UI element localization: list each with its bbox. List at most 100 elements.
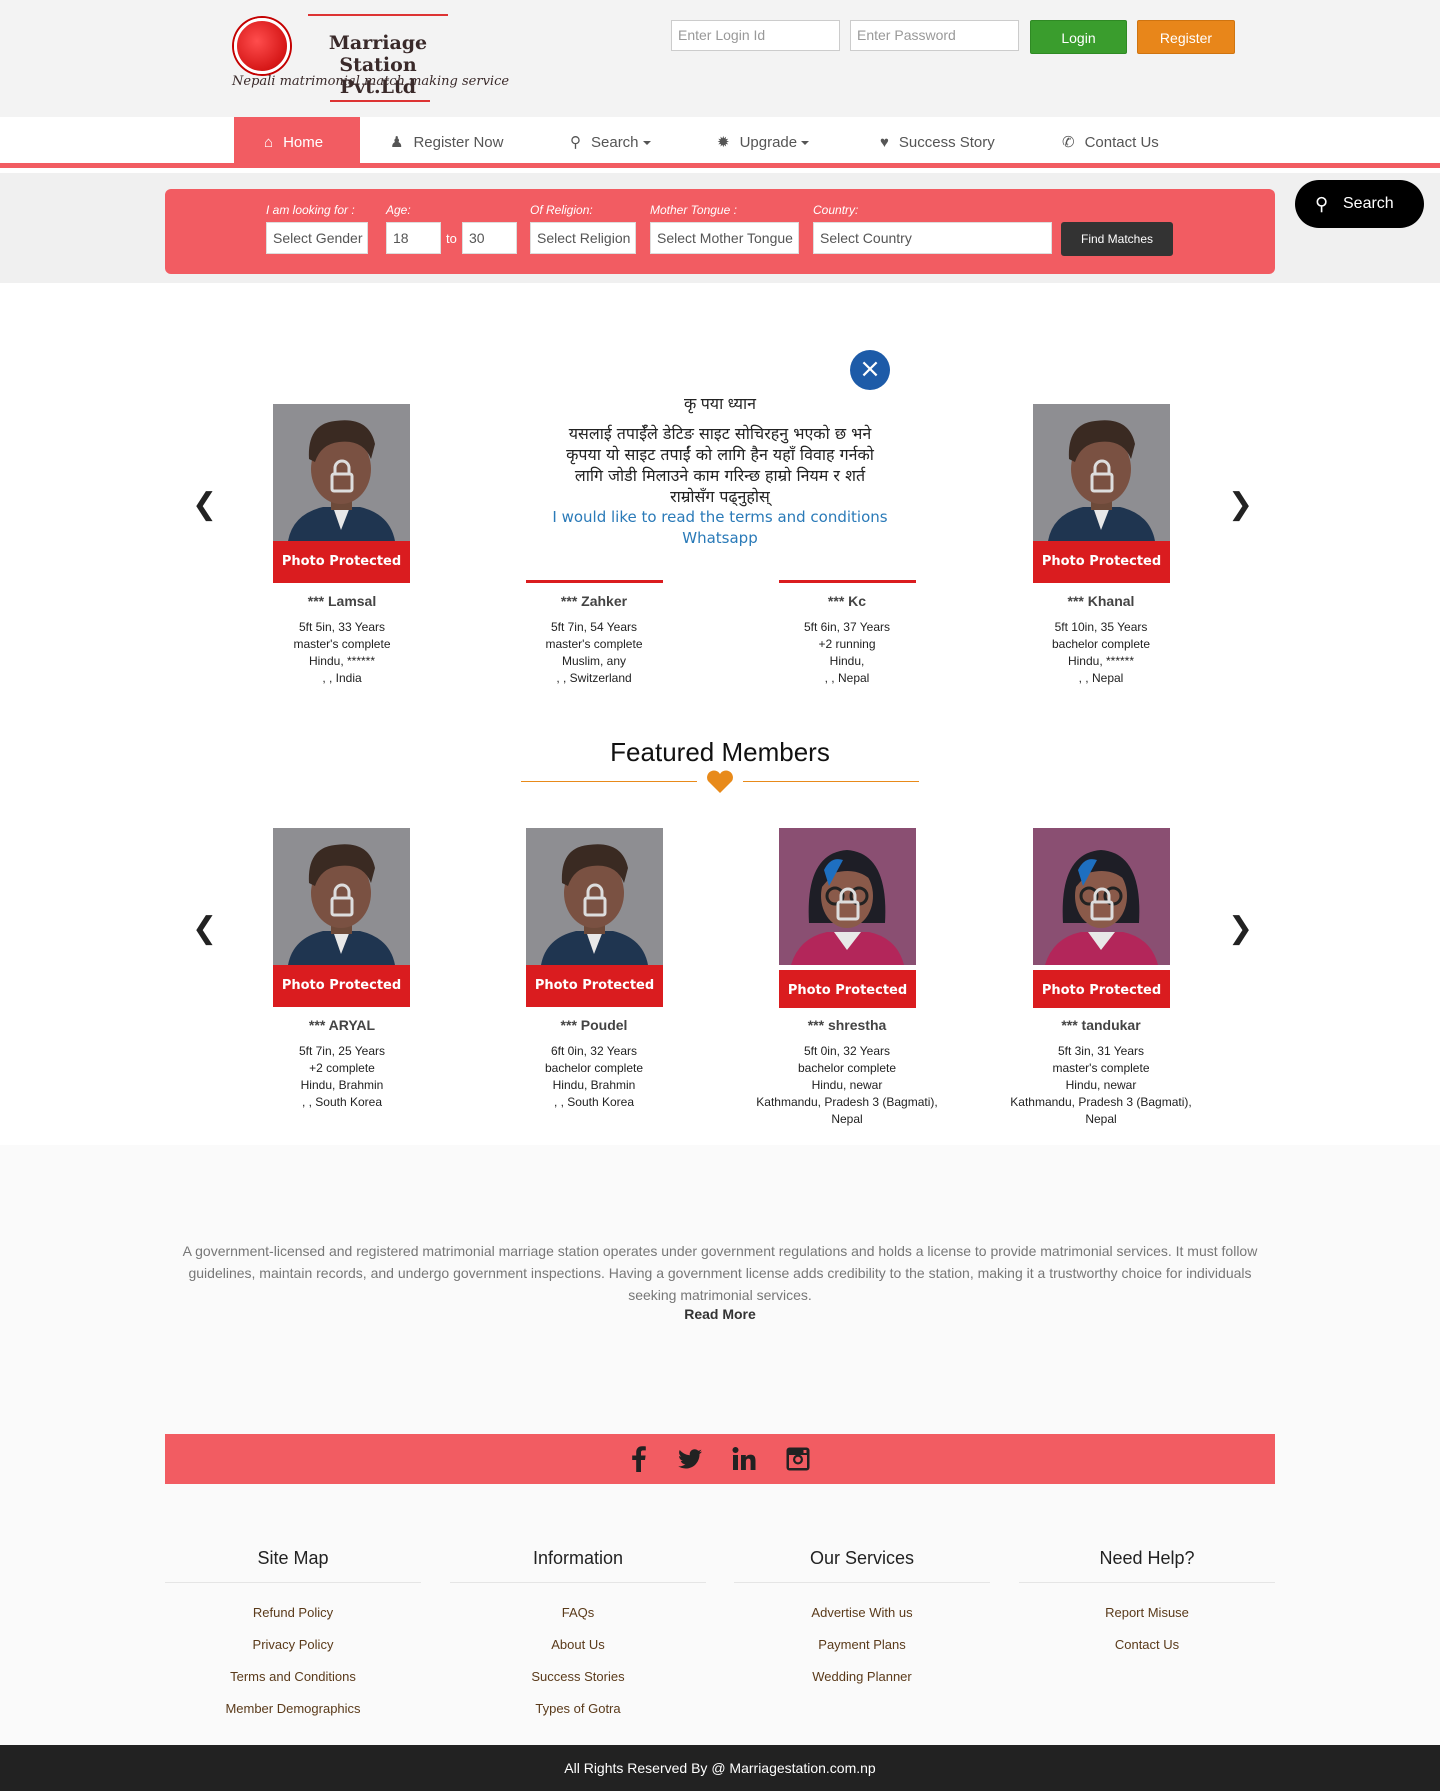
login-button[interactable]: Login: [1030, 20, 1127, 54]
footer-divider: [734, 1582, 990, 1583]
member-height-age: 5ft 5in, 33 Years: [298, 620, 386, 634]
header-bar: [0, 0, 1440, 117]
member-name[interactable]: *** Khanal: [980, 593, 1222, 609]
footer-link[interactable]: Refund Policy: [165, 1605, 421, 1620]
footer-link[interactable]: Report Misuse: [1019, 1605, 1275, 1620]
social-bar: [165, 1434, 1275, 1484]
age-from-select[interactable]: 18: [386, 222, 441, 254]
footer-link[interactable]: Wedding Planner: [734, 1669, 990, 1684]
age-label: Age:: [386, 203, 411, 217]
photo-protected-badge: Photo Protected: [1033, 970, 1170, 1008]
nav-home[interactable]: ⌂ Home: [234, 117, 360, 168]
footer-link[interactable]: Terms and Conditions: [165, 1669, 421, 1684]
country-select[interactable]: Select Country: [813, 222, 1052, 254]
linkedin-icon[interactable]: [729, 1444, 759, 1474]
footer-link[interactable]: Member Demographics: [165, 1701, 421, 1716]
nav-search-label: Search: [591, 134, 639, 151]
nav-success-story[interactable]: ♥ Success Story: [880, 117, 995, 168]
heart-icon: ♥: [880, 134, 889, 151]
instagram-icon[interactable]: [783, 1444, 813, 1474]
chevron-down-icon: [801, 141, 810, 146]
member-religion: Hindu, ******: [1067, 654, 1135, 668]
footer-link[interactable]: About Us: [450, 1637, 706, 1652]
member-height-age: 5ft 0in, 32 Years: [803, 1044, 891, 1058]
member-education: +2 complete: [309, 1061, 375, 1075]
carousel-prev-arrow[interactable]: ❮: [192, 487, 217, 522]
nav-contact-us[interactable]: ✆ Contact Us: [1062, 117, 1159, 168]
nav-register-label: Register Now: [413, 134, 504, 151]
member-education: bachelor complete: [1051, 637, 1151, 651]
member-education: bachelor complete: [544, 1061, 644, 1075]
footer-title-site-map: Site Map: [257, 1548, 329, 1568]
member-religion: Hindu, Brahmin: [552, 1078, 636, 1092]
member-location: , , Nepal: [1078, 671, 1124, 685]
footer-title-need-help: Need Help?: [1099, 1548, 1195, 1568]
member-photo: Photo Protected: [1033, 828, 1170, 1008]
user-icon: ♟: [390, 134, 404, 151]
member-height-age: 5ft 10in, 35 Years: [1054, 620, 1148, 634]
footer-link[interactable]: Privacy Policy: [165, 1637, 421, 1652]
member-location: , , Switzerland: [556, 671, 632, 685]
footer-link[interactable]: Success Stories: [450, 1669, 706, 1684]
member-name[interactable]: *** ARYAL: [221, 1017, 463, 1033]
featured-title: Featured Members: [610, 737, 830, 767]
heart-icon: [707, 770, 733, 793]
facebook-icon[interactable]: [624, 1444, 654, 1474]
age-to-select[interactable]: 30: [462, 222, 517, 254]
member-education: bachelor complete: [797, 1061, 897, 1075]
member-location: , , South Korea: [553, 1095, 635, 1109]
twitter-icon[interactable]: [675, 1444, 705, 1474]
member-name[interactable]: *** tandukar: [980, 1017, 1222, 1033]
footer-divider: [450, 1582, 706, 1583]
footer-link[interactable]: Contact Us: [1019, 1637, 1275, 1652]
age-to-label: to: [446, 231, 457, 246]
popup-message: यसलाई तपाईँले डेटिङ साइट सोचिरहनु भएको छ…: [566, 424, 874, 506]
gear-icon: ✹: [717, 134, 730, 151]
member-location: , , South Korea: [301, 1095, 383, 1109]
gender-select[interactable]: Select Gender: [266, 222, 368, 254]
login-id-input[interactable]: Enter Login Id: [671, 20, 840, 51]
nav-upgrade[interactable]: ✹ Upgrade: [717, 117, 810, 168]
member-name[interactable]: *** shrestha: [726, 1017, 968, 1033]
featured-prev-arrow[interactable]: ❮: [192, 911, 217, 946]
floating-search-button[interactable]: ⚲ Search: [1295, 180, 1424, 228]
footer-link[interactable]: Advertise With us: [734, 1605, 990, 1620]
find-matches-button[interactable]: Find Matches: [1061, 222, 1173, 256]
read-more-link[interactable]: Read More: [620, 1306, 820, 1322]
member-height-age: 5ft 7in, 25 Years: [298, 1044, 386, 1058]
female-avatar-icon: [1033, 828, 1170, 965]
mother-tongue-label: Mother Tongue :: [650, 203, 737, 217]
nav-search[interactable]: ⚲ Search: [570, 117, 651, 168]
member-name[interactable]: *** Kc: [726, 593, 968, 609]
mother-tongue-select[interactable]: Select Mother Tongue: [650, 222, 799, 254]
member-height-age: 5ft 6in, 37 Years: [803, 620, 891, 634]
copyright-bar: All Rights Reserved By @ Marriagestation…: [0, 1745, 1440, 1791]
photo-protected-badge: Photo Protected: [779, 970, 916, 1008]
close-icon[interactable]: ×: [850, 350, 890, 390]
member-photo: Photo Protected: [273, 828, 410, 1008]
register-button[interactable]: Register: [1137, 20, 1235, 54]
male-avatar-icon: [273, 828, 410, 965]
footer-link[interactable]: FAQs: [450, 1605, 706, 1620]
terms-link[interactable]: I would like to read the terms and condi…: [540, 508, 900, 526]
member-name[interactable]: *** Lamsal: [221, 593, 463, 609]
logo-tagline: Nepali matrimonial match making service: [232, 74, 510, 89]
member-photo: Photo Protected: [526, 828, 663, 1008]
nav-register-now[interactable]: ♟ Register Now: [390, 117, 503, 168]
religion-select[interactable]: Select Religion: [530, 222, 636, 254]
phone-icon: ✆: [1062, 134, 1075, 151]
carousel-next-arrow[interactable]: ❯: [1228, 487, 1253, 522]
photo-protected-badge: Photo Protected: [1033, 541, 1170, 583]
featured-next-arrow[interactable]: ❯: [1228, 911, 1253, 946]
member-name[interactable]: *** Zahker: [473, 593, 715, 609]
member-religion: Hindu,: [829, 654, 865, 668]
password-input[interactable]: Enter Password: [850, 20, 1019, 51]
featured-divider-left: [521, 781, 697, 782]
whatsapp-link[interactable]: Whatsapp: [540, 529, 900, 547]
footer-link[interactable]: Payment Plans: [734, 1637, 990, 1652]
member-religion: Hindu, newar: [1065, 1078, 1137, 1092]
member-religion: Hindu, Brahmin: [300, 1078, 384, 1092]
member-name[interactable]: *** Poudel: [473, 1017, 715, 1033]
site-logo[interactable]: Marriage Station Pvt.Ltd Nepali matrimon…: [230, 8, 509, 110]
footer-link[interactable]: Types of Gotra: [450, 1701, 706, 1716]
